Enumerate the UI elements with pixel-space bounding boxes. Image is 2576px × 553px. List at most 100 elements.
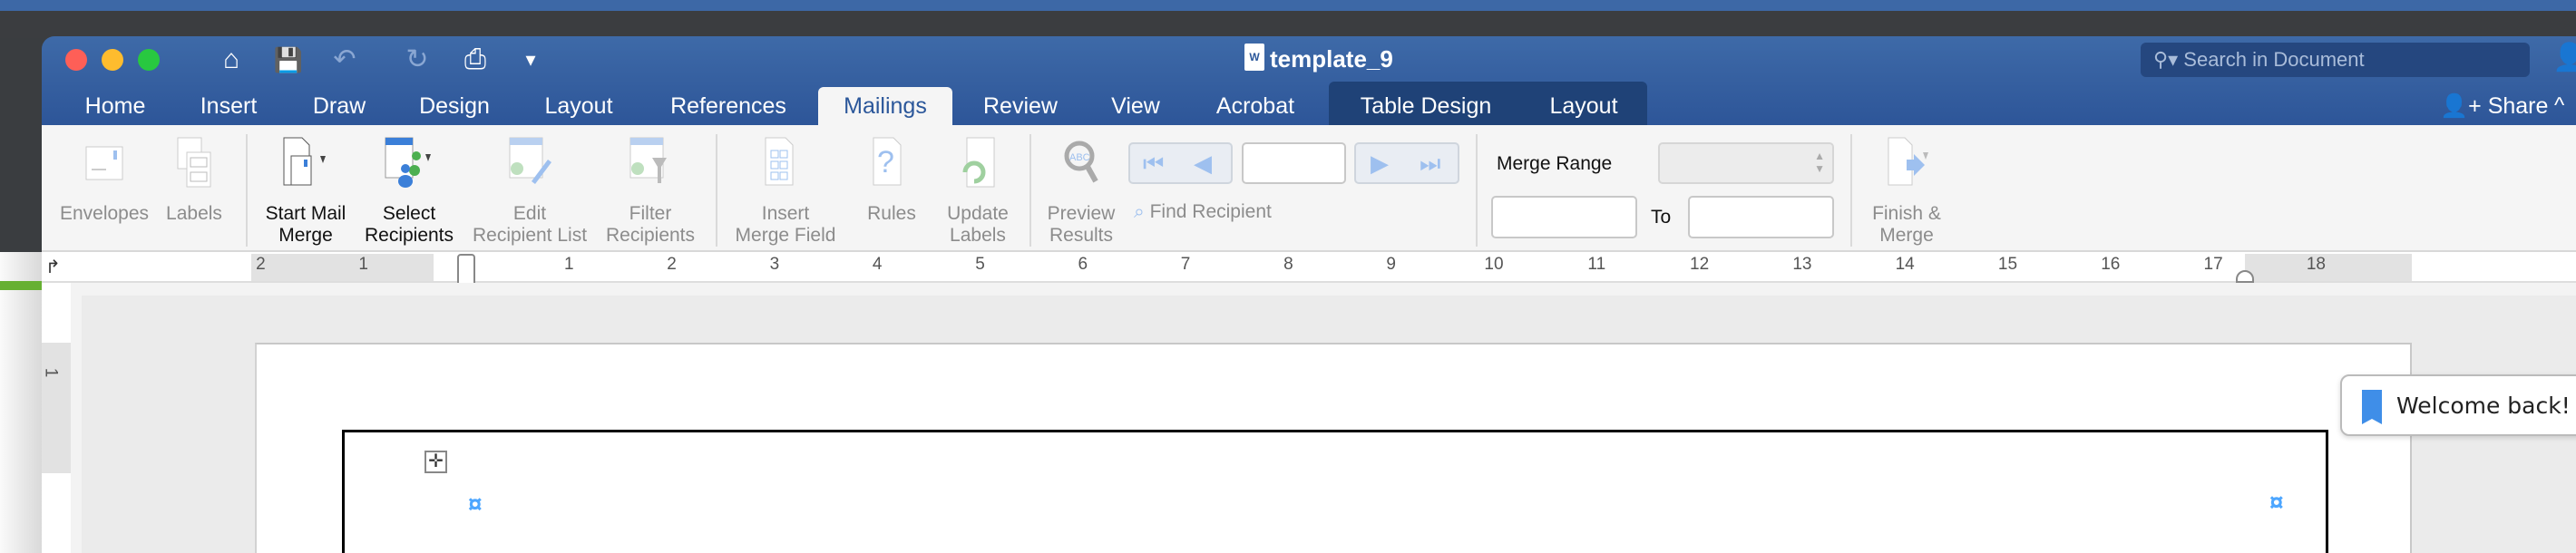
last-record-button[interactable]: ⏭ xyxy=(1420,144,1440,182)
insert-merge-field-button[interactable]: Insert Merge Field xyxy=(729,136,842,247)
tab-home[interactable]: Home xyxy=(73,87,158,125)
tab-mailings[interactable]: Mailings xyxy=(818,87,952,125)
tab-stop-selector-icon[interactable]: ↱ xyxy=(45,256,61,278)
save-icon[interactable]: 💾 xyxy=(272,44,305,76)
tab-acrobat[interactable]: Acrobat xyxy=(1203,87,1308,125)
undo-icon[interactable]: ↶ xyxy=(328,44,361,76)
maximize-window-button[interactable] xyxy=(138,49,160,71)
word-document-icon: W xyxy=(1244,44,1264,71)
ruler-number: 3 xyxy=(769,255,780,274)
divider xyxy=(246,134,248,247)
ruler-number: 9 xyxy=(1386,255,1396,274)
divider xyxy=(1029,134,1031,247)
find-recipient-button[interactable]: ⌕ Find Recipient xyxy=(1134,201,1272,223)
close-window-button[interactable] xyxy=(65,49,87,71)
start-mail-merge-label: Start Mail Merge xyxy=(265,203,346,246)
tab-draw[interactable]: Draw xyxy=(299,87,379,125)
find-recipient-label: Find Recipient xyxy=(1149,201,1272,222)
update-labels-icon xyxy=(962,137,995,188)
ruler-number: 11 xyxy=(1587,255,1606,274)
ruler-number: 14 xyxy=(1895,255,1915,274)
next-record-button[interactable]: ▶ xyxy=(1371,144,1389,182)
table-move-handle-icon[interactable]: ✛ xyxy=(424,451,447,473)
anchor-icon[interactable]: ¤ xyxy=(2269,488,2284,517)
merge-range-dropdown[interactable]: ▲ ▼ xyxy=(1658,142,1834,184)
find-recipient-icon: ⌕ xyxy=(1134,201,1150,222)
envelopes-label: Envelopes xyxy=(59,203,150,224)
rules-button[interactable]: ? Rules xyxy=(858,136,925,225)
ruler-number: 2 xyxy=(256,255,266,274)
preview-results-label: Preview Results xyxy=(1047,203,1116,246)
ruler-number: 2 xyxy=(667,255,677,274)
anchor-icon[interactable]: ¤ xyxy=(468,490,483,519)
document-title: template_9 xyxy=(1270,45,1393,73)
edit-recipient-list-button[interactable]: Edit Recipient List xyxy=(466,136,593,247)
redo-icon[interactable]: ↻ xyxy=(401,44,434,76)
tab-view[interactable]: View xyxy=(1099,87,1172,125)
labels-label: Labels xyxy=(166,203,222,224)
account-icon[interactable]: 👤 xyxy=(2552,42,2576,78)
svg-text:?: ? xyxy=(877,145,894,179)
print-icon[interactable]: ⎙ xyxy=(459,44,492,76)
left-margin-area xyxy=(251,254,434,281)
tab-table-design[interactable]: Table Design xyxy=(1344,87,1508,125)
previous-record-button[interactable]: ◀ xyxy=(1194,144,1212,182)
tab-references[interactable]: References xyxy=(658,87,799,125)
ruler-number: 16 xyxy=(2101,255,2121,274)
minimize-window-button[interactable] xyxy=(102,49,123,71)
update-labels-button[interactable]: Update Labels xyxy=(937,136,1019,247)
envelope-icon xyxy=(85,146,123,180)
right-margin-area xyxy=(2245,254,2412,281)
tab-review[interactable]: Review xyxy=(972,87,1068,125)
ruler-number: 15 xyxy=(1997,255,2018,274)
tab-design[interactable]: Design xyxy=(408,87,501,125)
ruler-number: 4 xyxy=(872,255,883,274)
merge-range-from-input[interactable] xyxy=(1491,196,1637,238)
ruler-number: 10 xyxy=(1484,255,1504,274)
top-margin-area xyxy=(42,343,71,473)
ruler-number: 8 xyxy=(1283,255,1293,274)
svg-text:ABC: ABC xyxy=(1069,152,1090,163)
desktop-menubar xyxy=(0,0,2576,11)
labels-button[interactable]: Labels xyxy=(158,136,230,225)
share-label: Share xyxy=(2487,93,2549,119)
record-nav-forward-group: ▶ ⏭ xyxy=(1354,142,1459,184)
stepper-icon: ▲ ▼ xyxy=(1814,150,1825,175)
tab-insert[interactable]: Insert xyxy=(186,87,271,125)
vertical-ruler-number: 1 xyxy=(41,367,61,378)
update-labels-label: Update Labels xyxy=(947,203,1009,246)
welcome-back-toast[interactable]: Welcome back! xyxy=(2340,374,2576,436)
ruler-number: 7 xyxy=(1180,255,1191,274)
collapse-ribbon-icon[interactable]: ^ xyxy=(2554,87,2564,125)
preview-results-button[interactable]: ABC Preview Results xyxy=(1039,136,1123,247)
add-person-icon: 👤+ xyxy=(2440,93,2488,119)
merge-range-label: Merge Range xyxy=(1497,153,1613,174)
search-icon: ⚲▾ xyxy=(2153,48,2184,71)
ruler-number: 1 xyxy=(564,255,574,274)
ruler-number: 18 xyxy=(2306,255,2326,274)
start-mail-merge-icon xyxy=(283,137,326,186)
ruler-number: 1 xyxy=(358,255,368,274)
record-number-input[interactable] xyxy=(1242,142,1346,184)
share-button[interactable]: 👤+ Share xyxy=(2440,87,2548,125)
envelopes-button[interactable]: Envelopes xyxy=(56,136,152,225)
right-indent-marker[interactable] xyxy=(2236,270,2254,283)
toast-message: Welcome back! xyxy=(2396,393,2571,419)
document-table[interactable] xyxy=(342,430,2328,553)
search-in-document-input[interactable]: ⚲▾ Search in Document xyxy=(2141,43,2530,77)
labels-icon xyxy=(177,137,211,188)
first-record-button[interactable]: ⏮ xyxy=(1143,144,1164,182)
start-mail-merge-button[interactable]: Start Mail Merge xyxy=(256,136,356,247)
rules-label: Rules xyxy=(867,203,916,224)
tab-table-layout[interactable]: Layout xyxy=(1537,87,1631,125)
customize-toolbar-icon[interactable]: ▾ xyxy=(514,44,547,76)
ruler-number: 5 xyxy=(975,255,985,274)
ruler-number: 17 xyxy=(2203,255,2223,274)
finish-merge-button[interactable]: Finish & Merge xyxy=(1863,136,1950,247)
filter-recipients-button[interactable]: Filter Recipients xyxy=(599,136,702,247)
tab-layout[interactable]: Layout xyxy=(533,87,624,125)
merge-range-to-input[interactable] xyxy=(1688,196,1834,238)
preview-magnifier-icon: ABC xyxy=(1064,141,1098,183)
select-recipients-button[interactable]: Select Recipients xyxy=(359,136,459,247)
home-icon[interactable]: ⌂ xyxy=(215,44,248,76)
